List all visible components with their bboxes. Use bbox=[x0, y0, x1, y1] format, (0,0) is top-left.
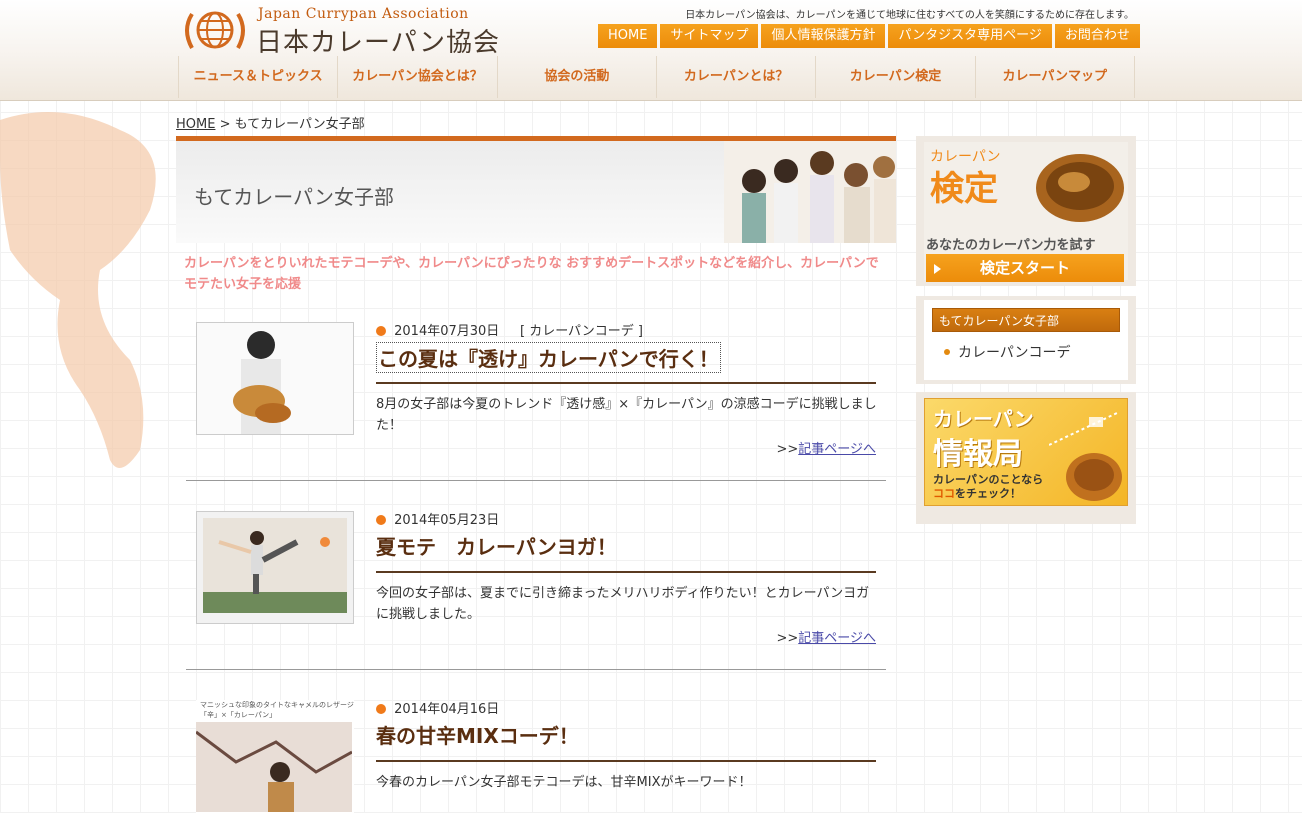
main-nav-kentei[interactable]: カレーパン検定 bbox=[815, 56, 974, 98]
breadcrumb-home-link[interactable]: HOME bbox=[176, 117, 215, 132]
article-title[interactable]: この夏は『透け』カレーパンで行く！ bbox=[376, 342, 721, 373]
page-title: もてカレーパン女子部 bbox=[194, 185, 394, 209]
read-more: >>記事ページへ bbox=[376, 627, 876, 646]
article-meta: 2014年04月16日 bbox=[376, 698, 499, 717]
bullet-icon bbox=[376, 704, 386, 714]
site-tagline: 日本カレーパン協会は、カレーパンを通じて地球に住むすべての人を笑顔にするために存… bbox=[685, 10, 1134, 21]
info-title-1: カレーパン bbox=[933, 407, 1034, 431]
article-category[interactable]: [ カレーパンコーデ ] bbox=[520, 324, 643, 339]
divider bbox=[376, 382, 876, 384]
category-item-label: カレーパンコーデ bbox=[958, 345, 1071, 361]
curry-bread-icon bbox=[1036, 154, 1124, 222]
info-accent: ココ bbox=[933, 487, 955, 500]
top-nav: HOME サイトマップ 個人情報保護方針 パンタジスタ専用ページ お問合わせ bbox=[598, 24, 1140, 48]
thumb-caption: マニッシュな印象のタイトなキャメルのレザージャケット bbox=[200, 701, 354, 709]
article-description: 8月の女子部は今夏のトレンド『透け感』×『カレーパン』の涼感コーデに挑戦しました… bbox=[376, 397, 877, 433]
category-heading[interactable]: もてカレーパン女子部 bbox=[932, 308, 1120, 332]
bullet-icon bbox=[376, 515, 386, 525]
read-more: >>記事ページへ bbox=[376, 438, 876, 457]
article-title[interactable]: 春の甘辛MIXコーデ！ bbox=[376, 720, 579, 749]
spring-coord-photo bbox=[196, 722, 352, 812]
article-date: 2014年07月30日 bbox=[394, 324, 500, 339]
read-more-prefix: >> bbox=[776, 631, 799, 646]
kentei-subtitle: あなたのカレーパン力を試す bbox=[926, 238, 1096, 253]
breadcrumb-sep: > bbox=[219, 117, 231, 132]
world-map-decoration bbox=[0, 112, 156, 468]
kentei-banner[interactable]: カレーパン 検定 あなたのカレーパン力を試す 検定スタート bbox=[916, 136, 1136, 286]
article-date: 2014年05月23日 bbox=[394, 513, 500, 528]
main-nav-map[interactable]: カレーパンマップ bbox=[974, 56, 1135, 98]
curry-bread-icon bbox=[1066, 453, 1122, 501]
logo-japanese[interactable]: 日本カレーパン協会 bbox=[256, 22, 500, 59]
yoga-photo bbox=[197, 512, 353, 623]
article-thumbnail[interactable]: マニッシュな印象のタイトなキャメルのレザージャケット 「辛」×「カレーパン」 bbox=[196, 700, 354, 813]
breadcrumb: HOME > もてカレーパン女子部 bbox=[176, 113, 365, 132]
page-banner: もてカレーパン女子部 bbox=[176, 136, 896, 243]
main-nav-currypan[interactable]: カレーパンとは？ bbox=[655, 56, 815, 98]
article-meta: 2014年07月30日 [ カレーパンコーデ ] bbox=[376, 320, 643, 339]
article-description: 今回の女子部は、夏までに引き締まったメリハリボディ作りたい！とカレーパンヨガに挑… bbox=[376, 586, 870, 622]
info-caption-line1: カレーパンのことなら bbox=[933, 473, 1044, 486]
kentei-start-label: 検定スタート bbox=[979, 259, 1070, 277]
intro-text: カレーパンをとりいれたモテコーデや、カレーパンにぴったりな おすすめデートスポッ… bbox=[184, 256, 879, 292]
info-bureau-banner[interactable]: カレーパン 情報局 カレーパンのことなら ココをチェック！ bbox=[916, 392, 1136, 524]
info-title-2: 情報局 bbox=[933, 437, 1023, 472]
article-separator bbox=[186, 480, 886, 481]
breadcrumb-current: もてカレーパン女子部 bbox=[234, 117, 365, 132]
thumb-caption-2: 「辛」×「カレーパン」 bbox=[200, 711, 277, 719]
main-nav-activities[interactable]: 協会の活動 bbox=[496, 56, 656, 98]
top-nav-privacy[interactable]: 個人情報保護方針 bbox=[761, 24, 886, 48]
article-thumbnail[interactable] bbox=[196, 511, 354, 624]
info-caption: カレーパンのことなら ココをチェック！ bbox=[933, 473, 1043, 501]
top-nav-home[interactable]: HOME bbox=[598, 24, 658, 48]
kentei-start-button[interactable]: 検定スタート bbox=[926, 254, 1124, 282]
main-content: もてカレーパン女子部 カレーパンをとりいれたモテコーデや、カレーパンにぴったりな… bbox=[176, 136, 896, 813]
info-caption-line2: ココをチェック！ bbox=[933, 487, 1043, 501]
kentei-small-label: カレーパン bbox=[930, 149, 1001, 165]
top-nav-contact[interactable]: お問合わせ bbox=[1054, 24, 1140, 48]
globe-laurel-icon bbox=[185, 11, 245, 49]
woman-with-bread-photo bbox=[197, 323, 353, 434]
satellite-icon bbox=[1049, 412, 1118, 446]
article-date: 2014年04月16日 bbox=[394, 702, 500, 717]
category-item[interactable]: カレーパンコーデ bbox=[944, 342, 1071, 362]
bullet-icon bbox=[944, 349, 950, 355]
bullet-icon bbox=[376, 326, 386, 336]
main-nav-news[interactable]: ニュース＆トピックス bbox=[178, 56, 337, 98]
article-thumbnail[interactable] bbox=[196, 322, 354, 435]
info-caption-end: をチェック！ bbox=[955, 487, 1021, 500]
top-nav-pantagista[interactable]: パンタジスタ専用ページ bbox=[888, 24, 1052, 48]
read-more-prefix: >> bbox=[776, 442, 799, 457]
play-arrow-icon bbox=[934, 264, 941, 274]
logo-english[interactable]: Japan Currypan Association bbox=[258, 6, 469, 22]
read-more-link[interactable]: 記事ページへ bbox=[798, 442, 876, 457]
main-nav: ニュース＆トピックス カレーパン協会とは？ 協会の活動 カレーパンとは？ カレー… bbox=[178, 56, 1135, 98]
article-meta: 2014年05月23日 bbox=[376, 509, 499, 528]
girls-photo bbox=[724, 141, 896, 243]
kentei-logo: 検定 bbox=[930, 169, 998, 209]
divider bbox=[376, 571, 876, 573]
read-more-link[interactable]: 記事ページへ bbox=[798, 631, 876, 646]
top-nav-sitemap[interactable]: サイトマップ bbox=[660, 24, 759, 48]
main-nav-about[interactable]: カレーパン協会とは？ bbox=[337, 56, 496, 98]
article-separator bbox=[186, 669, 886, 670]
divider bbox=[376, 760, 876, 762]
article-title[interactable]: 夏モテ カレーパンヨガ！ bbox=[376, 531, 617, 560]
site-header: Japan Currypan Association 日本カレーパン協会 日本カ… bbox=[0, 0, 1302, 101]
category-box: もてカレーパン女子部 カレーパンコーデ bbox=[916, 296, 1136, 384]
